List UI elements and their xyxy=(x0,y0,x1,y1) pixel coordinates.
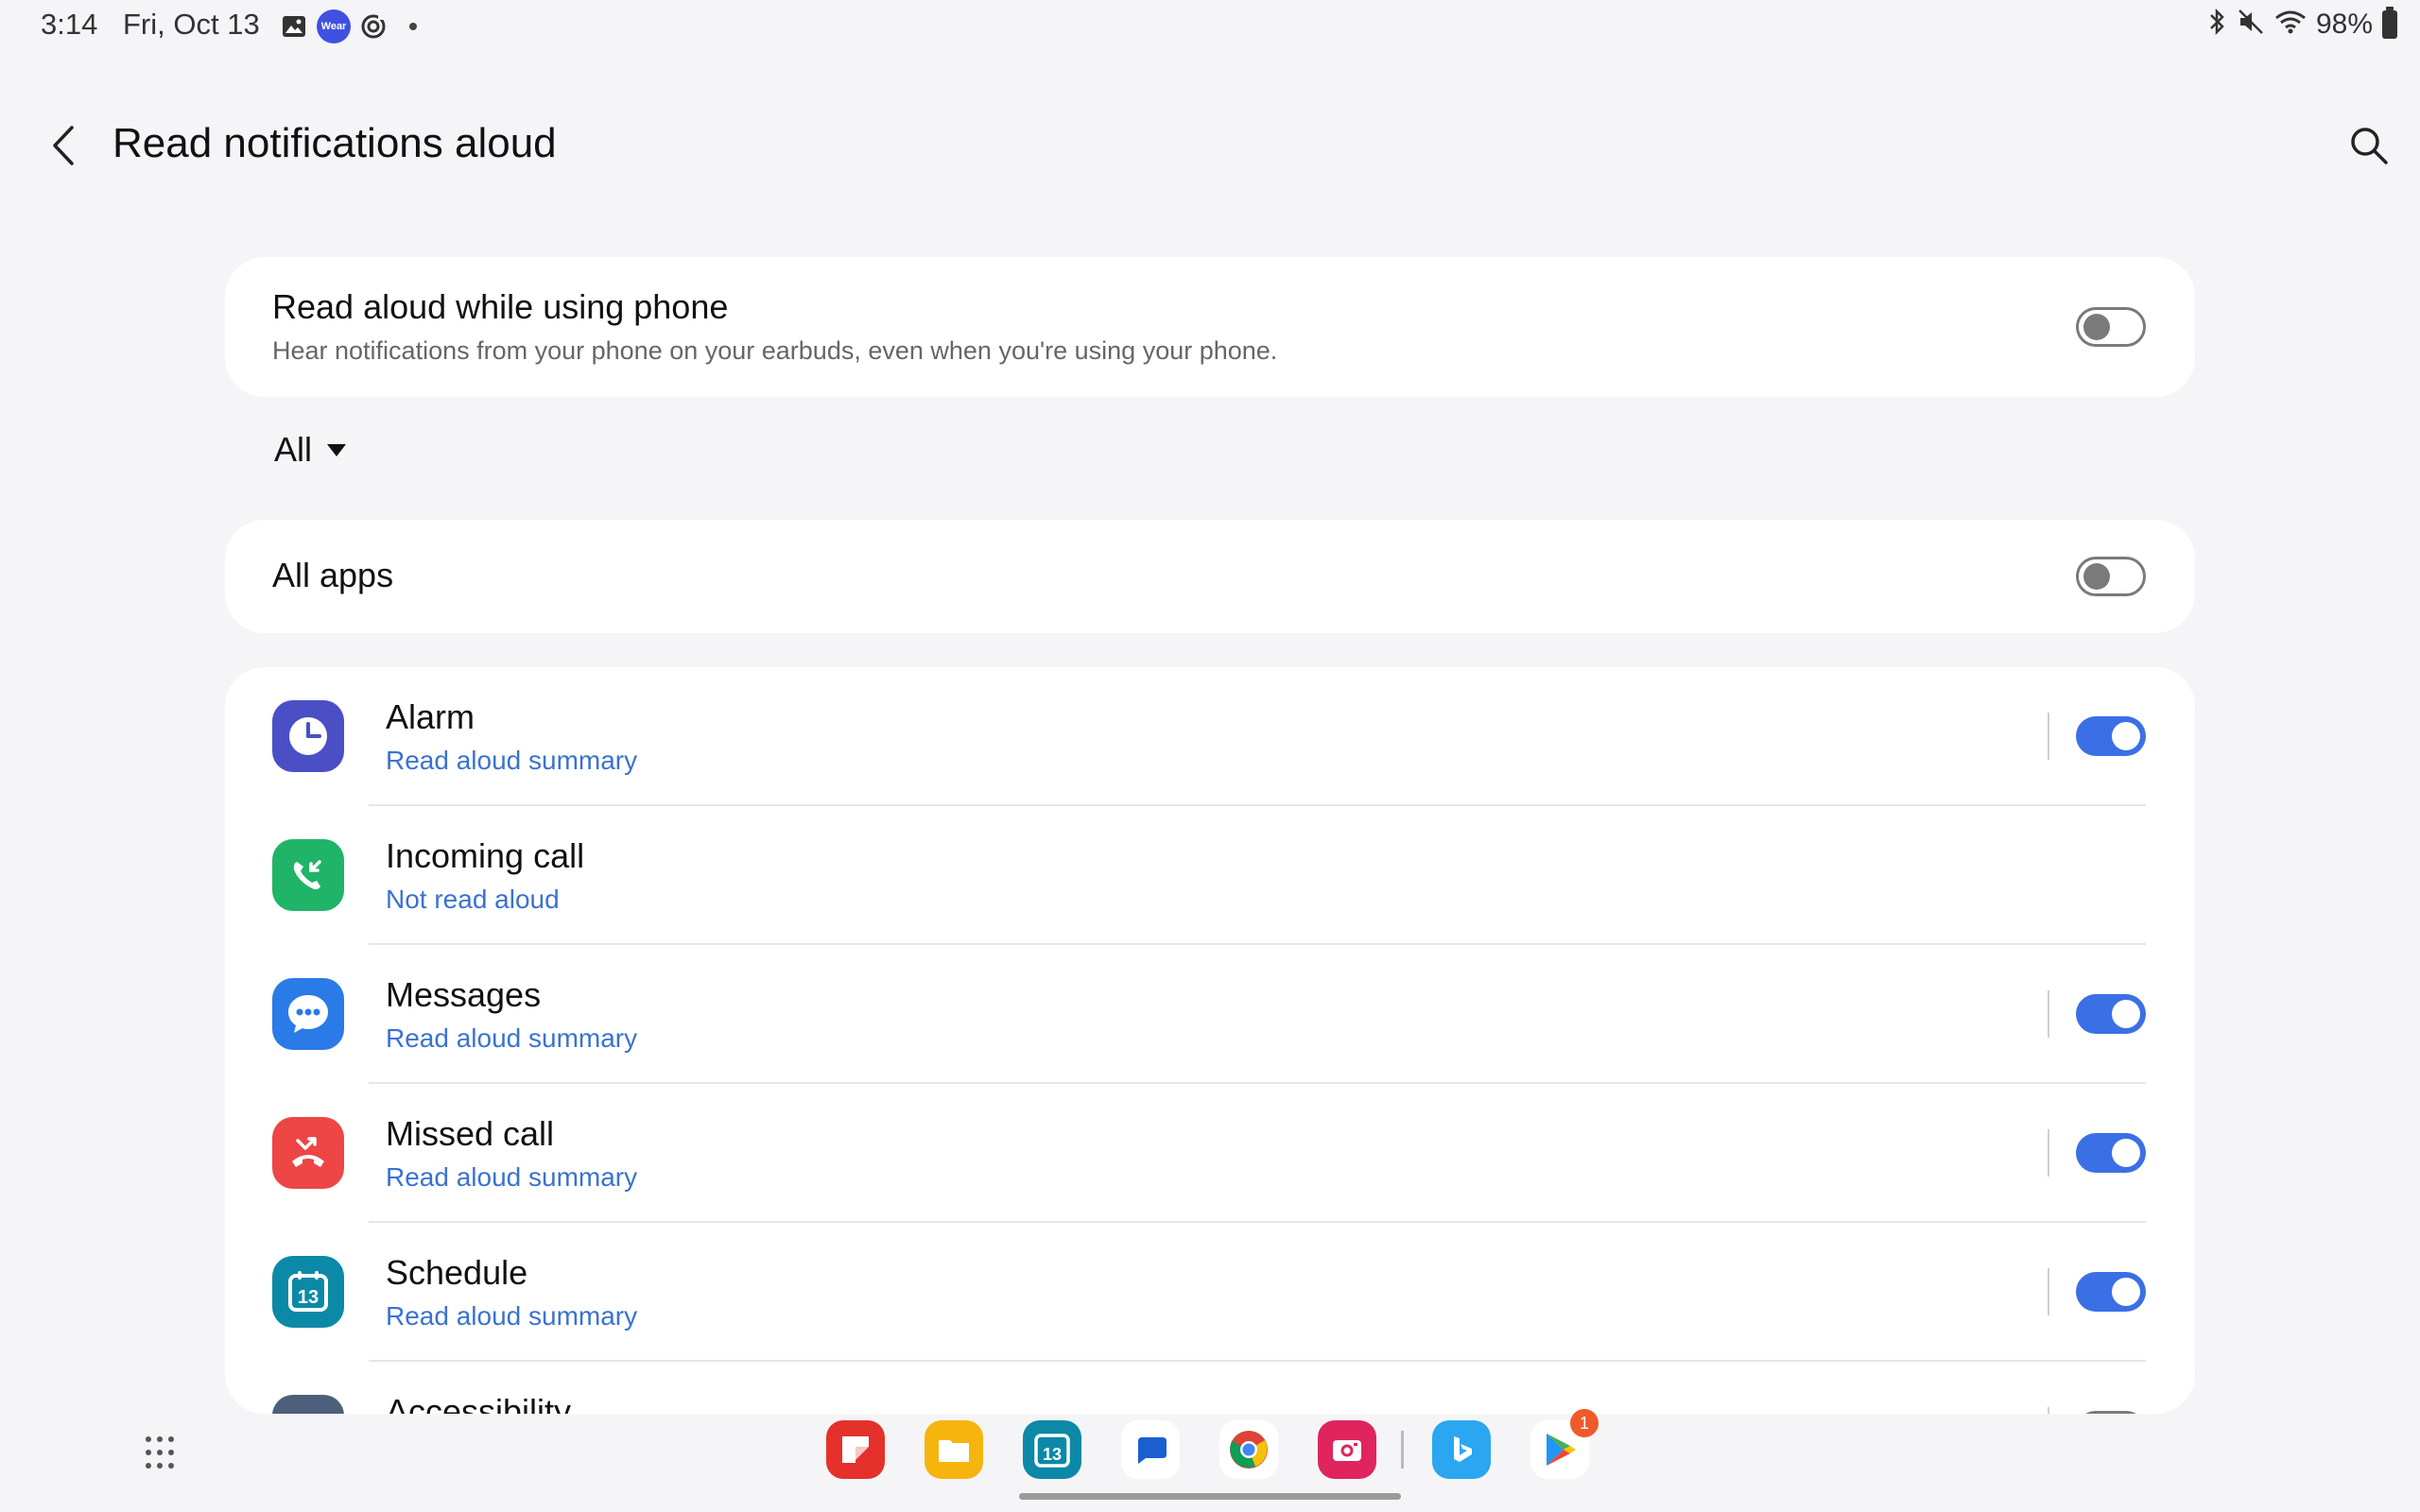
battery-percent: 98% xyxy=(2315,8,2373,40)
calendar-icon: 13 xyxy=(272,1256,344,1328)
app-row-schedule[interactable]: 13 Schedule Read aloud summary xyxy=(225,1223,2195,1362)
gallery-icon xyxy=(279,11,309,42)
search-button[interactable] xyxy=(2339,115,2399,176)
search-icon xyxy=(2351,128,2388,164)
app-name: Accessibility xyxy=(386,1392,572,1414)
app-read-aloud-option[interactable]: Read aloud summary xyxy=(386,1301,637,1332)
app-row-incoming-call[interactable]: Incoming call Not read aloud xyxy=(225,806,2195,945)
app-row-missed-call[interactable]: Missed call Read aloud summary xyxy=(225,1084,2195,1223)
dropdown-arrow-icon xyxy=(327,443,347,456)
read-aloud-while-using-phone-setting[interactable]: Read aloud while using phone Hear notifi… xyxy=(225,257,2195,397)
battery-icon xyxy=(2382,6,2397,39)
wifi-icon xyxy=(2274,8,2307,41)
taskbar: 13 1 xyxy=(0,1409,2420,1512)
system-icons: 98% xyxy=(2206,6,2397,41)
notification-badge: 1 xyxy=(1570,1409,1599,1437)
apps-drawer-button[interactable] xyxy=(142,1433,183,1474)
galaxy-wearable-icon: Wear xyxy=(317,9,351,43)
play-store-icon[interactable]: 1 xyxy=(1530,1409,1599,1479)
app-list: Alarm Read aloud summary Incoming call N… xyxy=(225,667,2195,1414)
read-aloud-while-using-phone-switch[interactable] xyxy=(2076,307,2146,347)
back-button[interactable] xyxy=(38,115,89,176)
mute-icon xyxy=(2237,8,2265,41)
missed-call-switch[interactable] xyxy=(2076,1133,2146,1173)
bluetooth-icon xyxy=(2206,8,2227,41)
flipboard-icon[interactable] xyxy=(826,1420,885,1479)
alarm-icon xyxy=(272,700,344,772)
navigation-handle[interactable] xyxy=(1019,1493,1401,1500)
bing-icon[interactable] xyxy=(1432,1420,1491,1479)
dock-apps: 13 1 xyxy=(826,1409,1629,1479)
status-date: Fri, Oct 13 xyxy=(123,8,260,41)
status-time: 3:14 xyxy=(41,8,98,41)
incoming-call-icon xyxy=(272,839,344,911)
missed-call-icon xyxy=(272,1117,344,1189)
app-name: Alarm xyxy=(386,697,475,736)
app-read-aloud-option[interactable]: Read aloud summary xyxy=(386,1023,637,1054)
divider xyxy=(2048,990,2049,1038)
app-read-aloud-option[interactable]: Not read aloud xyxy=(386,885,560,915)
app-read-aloud-option[interactable]: Read aloud summary xyxy=(386,746,637,776)
app-row-alarm[interactable]: Alarm Read aloud summary xyxy=(225,667,2195,806)
app-name: Missed call xyxy=(386,1114,555,1153)
app-name: Incoming call xyxy=(386,836,585,875)
app-read-aloud-option[interactable]: Read aloud summary xyxy=(386,1162,637,1193)
dock-divider xyxy=(1401,1431,1404,1469)
app-bar: Read notifications aloud xyxy=(0,94,2420,198)
messages-dock-icon[interactable] xyxy=(1121,1420,1180,1479)
svg-text:13: 13 xyxy=(298,1287,319,1308)
my-files-icon[interactable] xyxy=(925,1420,983,1479)
filter-selected: All xyxy=(274,430,313,469)
divider xyxy=(2048,713,2049,760)
app-filter-dropdown[interactable]: All xyxy=(274,430,347,470)
sync-icon xyxy=(358,11,389,42)
app-row-accessibility[interactable]: Accessibility xyxy=(225,1362,2195,1414)
calendar-dock-icon[interactable]: 13 xyxy=(1023,1420,1081,1479)
messages-switch[interactable] xyxy=(2076,994,2146,1034)
setting-title: Read aloud while using phone xyxy=(272,287,729,326)
camera-icon[interactable] xyxy=(1318,1420,1376,1479)
setting-description: Hear notifications from your phone on yo… xyxy=(272,336,1278,365)
divider xyxy=(2048,1268,2049,1315)
all-apps-label: All apps xyxy=(272,556,394,594)
app-name: Messages xyxy=(386,975,542,1014)
alarm-switch[interactable] xyxy=(2076,716,2146,756)
chrome-icon[interactable] xyxy=(1219,1420,1278,1479)
all-apps-switch[interactable] xyxy=(2076,557,2146,596)
divider xyxy=(2048,1129,2049,1177)
app-name: Schedule xyxy=(386,1253,528,1292)
chevron-left-icon xyxy=(53,126,74,165)
status-bar: 3:14 Fri, Oct 13 Wear 98% xyxy=(0,0,2420,49)
more-notifications-dot xyxy=(409,23,417,30)
accessibility-icon xyxy=(272,1395,344,1414)
page-title: Read notifications aloud xyxy=(112,120,557,166)
schedule-switch[interactable] xyxy=(2076,1272,2146,1312)
notification-icons: Wear xyxy=(279,9,417,43)
all-apps-setting[interactable]: All apps xyxy=(225,520,2195,633)
divider xyxy=(2048,1407,2049,1414)
messages-icon xyxy=(272,978,344,1050)
app-row-messages[interactable]: Messages Read aloud summary xyxy=(225,945,2195,1084)
svg-text:13: 13 xyxy=(1043,1445,1062,1464)
